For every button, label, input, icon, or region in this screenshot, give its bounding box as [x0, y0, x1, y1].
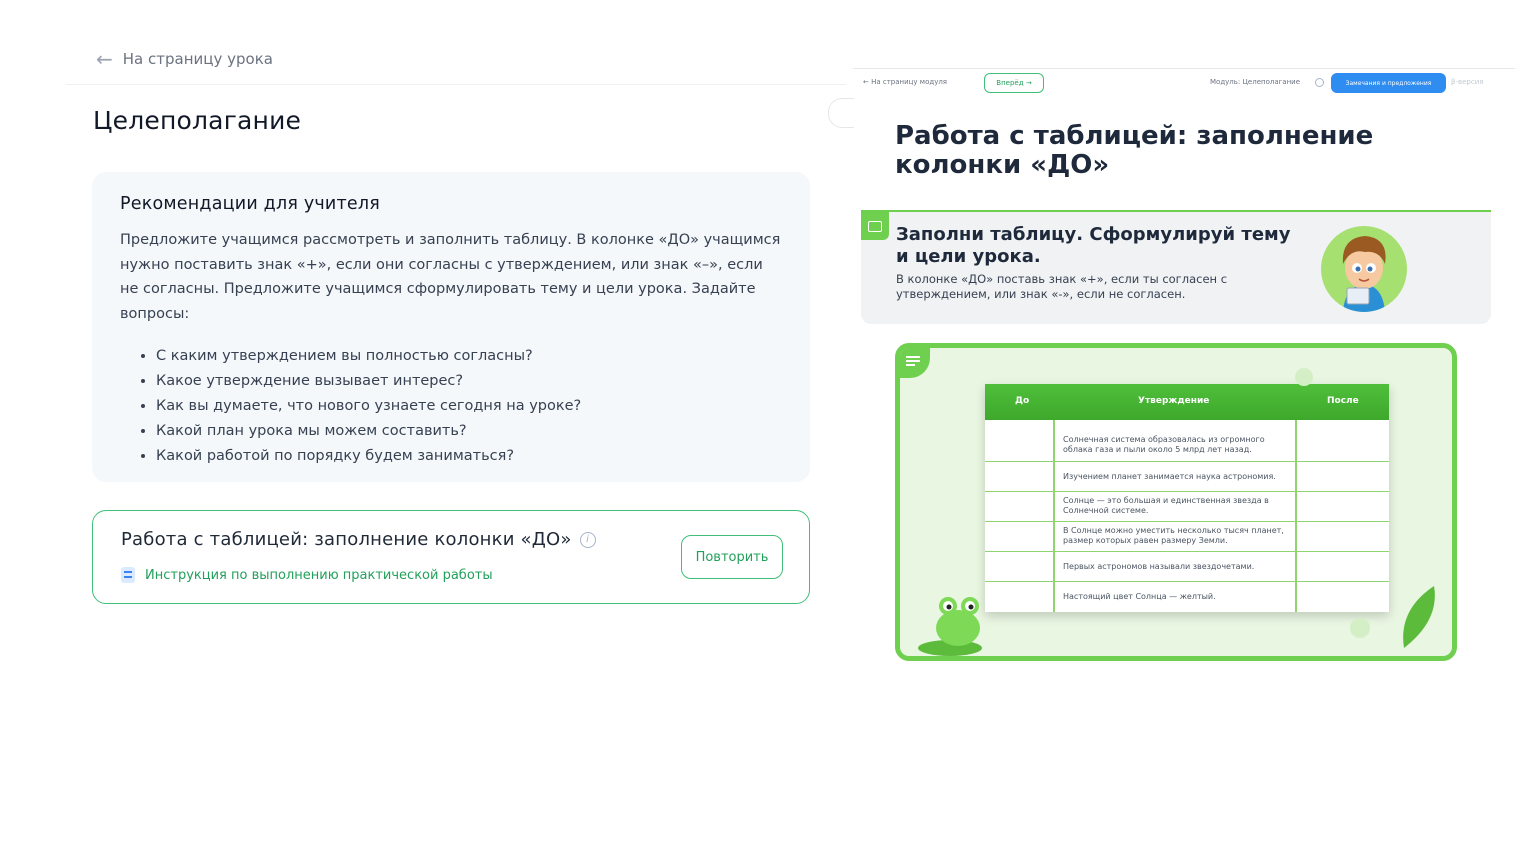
instruction-link[interactable]: Инструкция по выполнению практической ра…: [121, 567, 493, 583]
decor-bubble: [1295, 368, 1313, 386]
collapse-handle[interactable]: [828, 98, 854, 128]
info-icon[interactable]: [1315, 78, 1324, 87]
statement-text: Изучением планет занимается наука астрон…: [1063, 472, 1276, 481]
table-row[interactable]: Солнечная система образовалась из огромн…: [985, 420, 1389, 462]
statements-table: До Утверждение После Солнечная система о…: [985, 384, 1389, 612]
statement-text: Настоящий цвет Солнца — желтый.: [1063, 592, 1216, 601]
decor-bubble: [1350, 618, 1370, 638]
recommendations-card: Рекомендации для учителя Предложите учащ…: [92, 172, 810, 482]
page-title: Целеполагание: [93, 106, 302, 135]
back-to-lesson-link[interactable]: ← На страницу урока: [96, 49, 273, 69]
image-icon: [861, 212, 889, 240]
table-row[interactable]: В Солнце можно уместить несколько тысяч …: [985, 522, 1389, 552]
recommendations-title: Рекомендации для учителя: [120, 194, 380, 214]
table-header: До Утверждение После: [985, 384, 1389, 420]
module-back-label: На страницу модуля: [871, 78, 948, 86]
column-header-statement: Утверждение: [1138, 396, 1210, 406]
task-heading: Заполни таблицу. Сформулируй тему и цели…: [896, 224, 1291, 267]
module-back-link[interactable]: ← На страницу модуля: [863, 78, 947, 86]
arrow-left-icon: ←: [863, 78, 872, 86]
list-item: Какой план урока мы можем составить?: [156, 419, 782, 444]
table-row[interactable]: Изучением планет занимается наука астрон…: [985, 462, 1389, 492]
boy-avatar-image: [1321, 226, 1407, 312]
module-label: Модуль: Целеполагание: [1210, 78, 1301, 86]
preview-title: Работа с таблицей: заполнение колонки «Д…: [895, 121, 1374, 180]
statement-text: В Солнце можно уместить несколько тысяч …: [1063, 526, 1284, 545]
questions-list: С каким утверждением вы полностью соглас…: [120, 344, 782, 469]
repeat-button[interactable]: Повторить: [681, 535, 783, 579]
list-item: Какое утверждение вызывает интерес?: [156, 369, 782, 394]
forward-label: Вперёд: [996, 79, 1024, 87]
info-icon[interactable]: i: [579, 531, 596, 548]
table-row[interactable]: Первых астрономов называли звездочетами.: [985, 552, 1389, 582]
forward-button[interactable]: Вперёд →: [984, 73, 1044, 93]
beta-label: β-версия: [1451, 78, 1484, 86]
task-title: Работа с таблицей: заполнение колонки «Д…: [121, 529, 572, 550]
statement-text: Солнечная система образовалась из огромн…: [1063, 435, 1265, 454]
task-title-row: Работа с таблицей: заполнение колонки «Д…: [121, 529, 596, 550]
column-header-before: До: [1015, 396, 1030, 406]
task-card: Работа с таблицей: заполнение колонки «Д…: [92, 510, 810, 604]
column-header-after: После: [1327, 396, 1359, 406]
preview-topbar: ← На страницу модуля Вперёд → Модуль: Це…: [853, 68, 1515, 96]
menu-icon[interactable]: [900, 348, 930, 378]
list-item: Какой работой по порядку будем заниматьс…: [156, 444, 782, 469]
leaf-illustration: [1403, 586, 1435, 648]
arrow-right-icon: →: [1025, 79, 1032, 87]
task-prompt-box: Заполни таблицу. Сформулируй тему и цели…: [861, 210, 1491, 324]
header-divider: [66, 84, 846, 85]
statement-text: Первых астрономов называли звездочетами.: [1063, 562, 1255, 571]
game-screen: До Утверждение После Солнечная система о…: [895, 343, 1457, 661]
table-row[interactable]: Солнце — это большая и единственная звез…: [985, 492, 1389, 522]
frog-illustration: [918, 597, 982, 656]
notes-button[interactable]: Замечания и предложения: [1331, 73, 1446, 93]
student-preview: ← На страницу модуля Вперёд → Модуль: Це…: [853, 68, 1515, 668]
list-item: С каким утверждением вы полностью соглас…: [156, 344, 782, 369]
back-label: На страницу урока: [122, 50, 273, 68]
instruction-link-label: Инструкция по выполнению практической ра…: [145, 567, 493, 583]
arrow-left-icon: ←: [96, 47, 113, 71]
task-subtext: В колонке «ДО» поставь знак «+», если ты…: [896, 272, 1228, 301]
list-item: Как вы думаете, что нового узнаете сегод…: [156, 394, 782, 419]
document-icon: [121, 567, 135, 583]
recommendations-text: Предложите учащимся рассмотреть и заполн…: [120, 232, 781, 322]
statement-text: Солнце — это большая и единственная звез…: [1063, 496, 1269, 515]
table-row[interactable]: Настоящий цвет Солнца — желтый.: [985, 582, 1389, 612]
teacher-panel: ← На страницу урока Целеполагание Рекоме…: [66, 40, 854, 640]
